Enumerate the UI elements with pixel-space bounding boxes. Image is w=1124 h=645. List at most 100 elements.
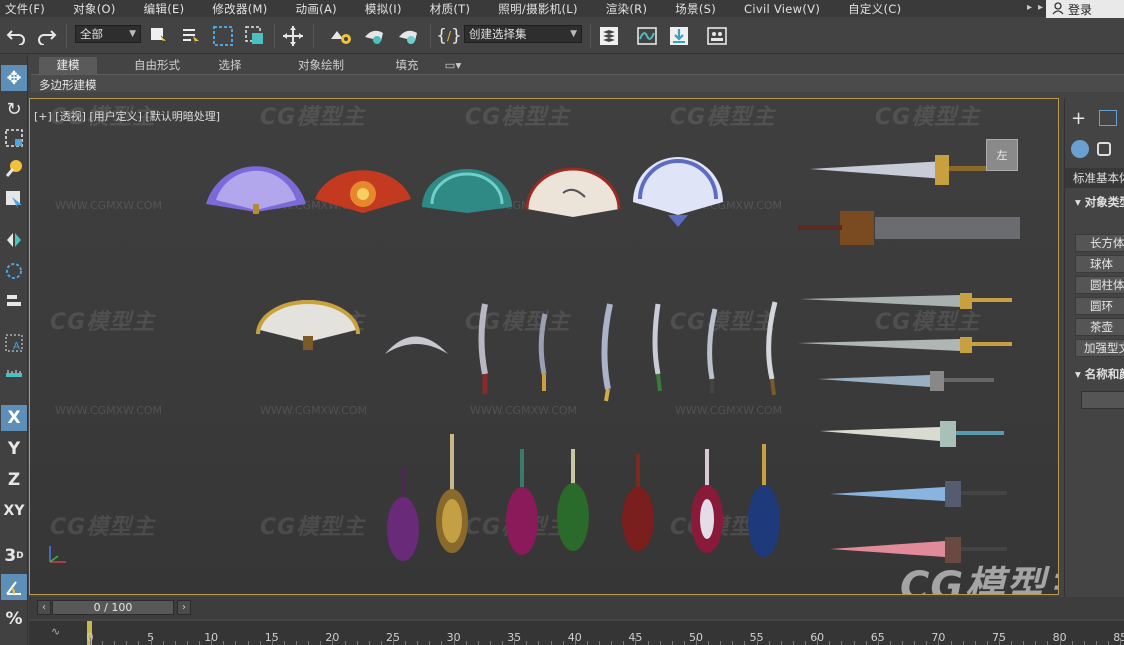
create-tab-icon[interactable]: + xyxy=(1071,108,1086,129)
mirror-icon[interactable] xyxy=(1,227,27,253)
curve-mini-icon[interactable]: ∿ xyxy=(51,625,60,638)
percent-snap-side-button[interactable]: % xyxy=(1,606,27,632)
selection-filter-dropdown[interactable]: 全部 ▼ xyxy=(75,25,141,43)
ring-select-icon[interactable] xyxy=(1,258,27,284)
command-panel: + 标准基本体 ▾ 对象类型 长方体 球体 圆柱体 圆环 茶壶 加强型文本 ▾ … xyxy=(1064,98,1124,618)
frame-tick-line xyxy=(817,638,819,645)
perspective-viewport[interactable]: [+] [透视] [用户定义] [默认明暗处理] CG模型主 CG模型主 CG模… xyxy=(29,98,1059,595)
login-button[interactable]: 登录 xyxy=(1046,0,1124,19)
viewcube[interactable]: 左 xyxy=(986,139,1018,171)
menu-render[interactable]: 渲染(R) xyxy=(606,1,647,17)
angle-snap-side-icon[interactable] xyxy=(1,574,27,600)
next-frame-icon[interactable]: › xyxy=(177,600,191,615)
box-button[interactable]: 长方体 xyxy=(1075,234,1124,252)
sphere-button[interactable]: 球体 xyxy=(1075,255,1124,273)
frame-tick-line xyxy=(574,638,576,645)
sword-model-dark xyxy=(798,211,1020,245)
percent-snap-icon[interactable] xyxy=(396,23,422,49)
edit-named-selection-icon[interactable]: {/} xyxy=(436,23,462,49)
frame-tick-line xyxy=(974,641,976,645)
menu-customize[interactable]: 自定义(C) xyxy=(848,1,901,17)
sword-model-blue xyxy=(830,481,1007,507)
constraint-xy-button[interactable]: XY xyxy=(1,498,27,524)
select-and-rotate-icon[interactable]: ↻ xyxy=(1,96,27,122)
edge-select-icon[interactable] xyxy=(1,186,27,212)
menu-animation[interactable]: 动画(A) xyxy=(296,1,337,17)
toolbar-separator xyxy=(590,24,591,48)
menu-civil-view[interactable]: Civil View(V) xyxy=(744,2,820,16)
angle-snap-icon[interactable] xyxy=(362,23,388,49)
constraint-z-button[interactable]: Z xyxy=(1,467,27,493)
menu-object[interactable]: 对象(O) xyxy=(73,1,116,17)
ribbon-options-icon[interactable]: ▭▾ xyxy=(437,57,469,74)
menu-material[interactable]: 材质(T) xyxy=(430,1,471,17)
selection-region-icon[interactable] xyxy=(1,125,27,151)
object-type-section-header[interactable]: ▾ 对象类型 xyxy=(1065,194,1124,214)
named-selection-set-dropdown[interactable]: 创建选择集 ▼ xyxy=(464,25,582,43)
menu-simulate[interactable]: 模拟(I) xyxy=(365,1,402,17)
object-name-field[interactable] xyxy=(1081,391,1124,409)
constraint-y-button[interactable]: Y xyxy=(1,436,27,462)
frame-tick-line xyxy=(914,641,916,645)
select-by-name-icon[interactable] xyxy=(178,23,204,49)
schematic-view-icon[interactable] xyxy=(666,23,692,49)
teapot-button[interactable]: 茶壶 xyxy=(1075,318,1124,336)
undo-icon[interactable] xyxy=(3,23,29,49)
time-slider[interactable]: 0 / 100 xyxy=(52,600,174,615)
frame-tick-line xyxy=(417,641,419,645)
snap-toggle-icon[interactable] xyxy=(328,23,354,49)
material-editor-icon[interactable] xyxy=(704,23,730,49)
tab-selection[interactable]: 选择 xyxy=(209,57,251,74)
window-crossing-icon[interactable] xyxy=(242,23,268,49)
menu-file[interactable]: 文件(F) xyxy=(5,1,45,17)
redo-icon[interactable] xyxy=(34,23,60,49)
pipa-model-purple xyxy=(387,467,419,561)
main-toolbar: 全部 ▼ {/} 创建选择集 ▼ xyxy=(0,18,1124,54)
name-color-section-header[interactable]: ▾ 名称和颜色 xyxy=(1065,366,1124,386)
pipa-model-red xyxy=(622,454,654,551)
menu-lighting-camera[interactable]: 照明/摄影机(L) xyxy=(498,1,577,17)
frame-tick-line xyxy=(514,638,516,645)
tab-object-paint[interactable]: 对象绘制 xyxy=(265,57,377,74)
menu-scene[interactable]: 场景(S) xyxy=(675,1,716,17)
sword-model-steel xyxy=(818,371,994,391)
pipa-model-green xyxy=(557,449,589,551)
shapes-category-icon[interactable] xyxy=(1097,142,1111,156)
move-icon[interactable] xyxy=(280,23,306,49)
torus-button[interactable]: 圆环 xyxy=(1075,297,1124,315)
align-icon[interactable] xyxy=(1,289,27,315)
snap-3d-button[interactable]: 3D xyxy=(1,543,27,569)
select-object-icon[interactable] xyxy=(146,23,172,49)
ruler-icon[interactable] xyxy=(1,361,27,387)
frame-tick-line xyxy=(1108,641,1110,645)
frame-tick-line xyxy=(320,641,322,645)
svg-text:A: A xyxy=(13,341,20,352)
frame-tick-line xyxy=(659,641,661,645)
layer-explorer-icon[interactable] xyxy=(596,23,622,49)
tab-modeling[interactable]: 建模 xyxy=(39,57,97,74)
name-color-label: 名称和颜色 xyxy=(1084,367,1124,381)
frame-display: 0 / 100 xyxy=(93,601,133,614)
cylinder-button[interactable]: 圆柱体 xyxy=(1075,276,1124,294)
sword-model-silver-1 xyxy=(800,293,1012,309)
frame-tick-line xyxy=(950,641,952,645)
scene-models[interactable] xyxy=(30,99,1059,595)
constraint-x-button[interactable]: X xyxy=(1,405,27,431)
select-by-text-icon[interactable]: A xyxy=(1,330,27,356)
tab-populate[interactable]: 填充 xyxy=(377,57,437,74)
rectangular-selection-icon[interactable] xyxy=(210,23,236,49)
track-bar[interactable]: ∿ 0510152025303540455055606570758085 xyxy=(29,621,1124,645)
select-and-move-icon[interactable]: ✥ xyxy=(1,65,27,91)
textplus-button[interactable]: 加强型文本 xyxy=(1075,339,1124,357)
menu-edit[interactable]: 编辑(E) xyxy=(144,1,185,17)
geometry-category-icon[interactable] xyxy=(1071,140,1089,158)
paint-selection-icon[interactable] xyxy=(1,155,27,181)
polygon-modeling-panel[interactable]: 多边形建模 xyxy=(31,74,1124,92)
primitive-type-dropdown[interactable]: 标准基本体 xyxy=(1065,168,1124,188)
menu-modifiers[interactable]: 修改器(M) xyxy=(212,1,267,17)
previous-frame-icon[interactable]: ‹ xyxy=(37,600,51,615)
modify-tab-icon[interactable] xyxy=(1099,110,1117,126)
tab-freeform[interactable]: 自由形式 xyxy=(105,57,209,74)
curve-editor-icon[interactable] xyxy=(634,23,660,49)
frame-tick-line xyxy=(768,641,770,645)
